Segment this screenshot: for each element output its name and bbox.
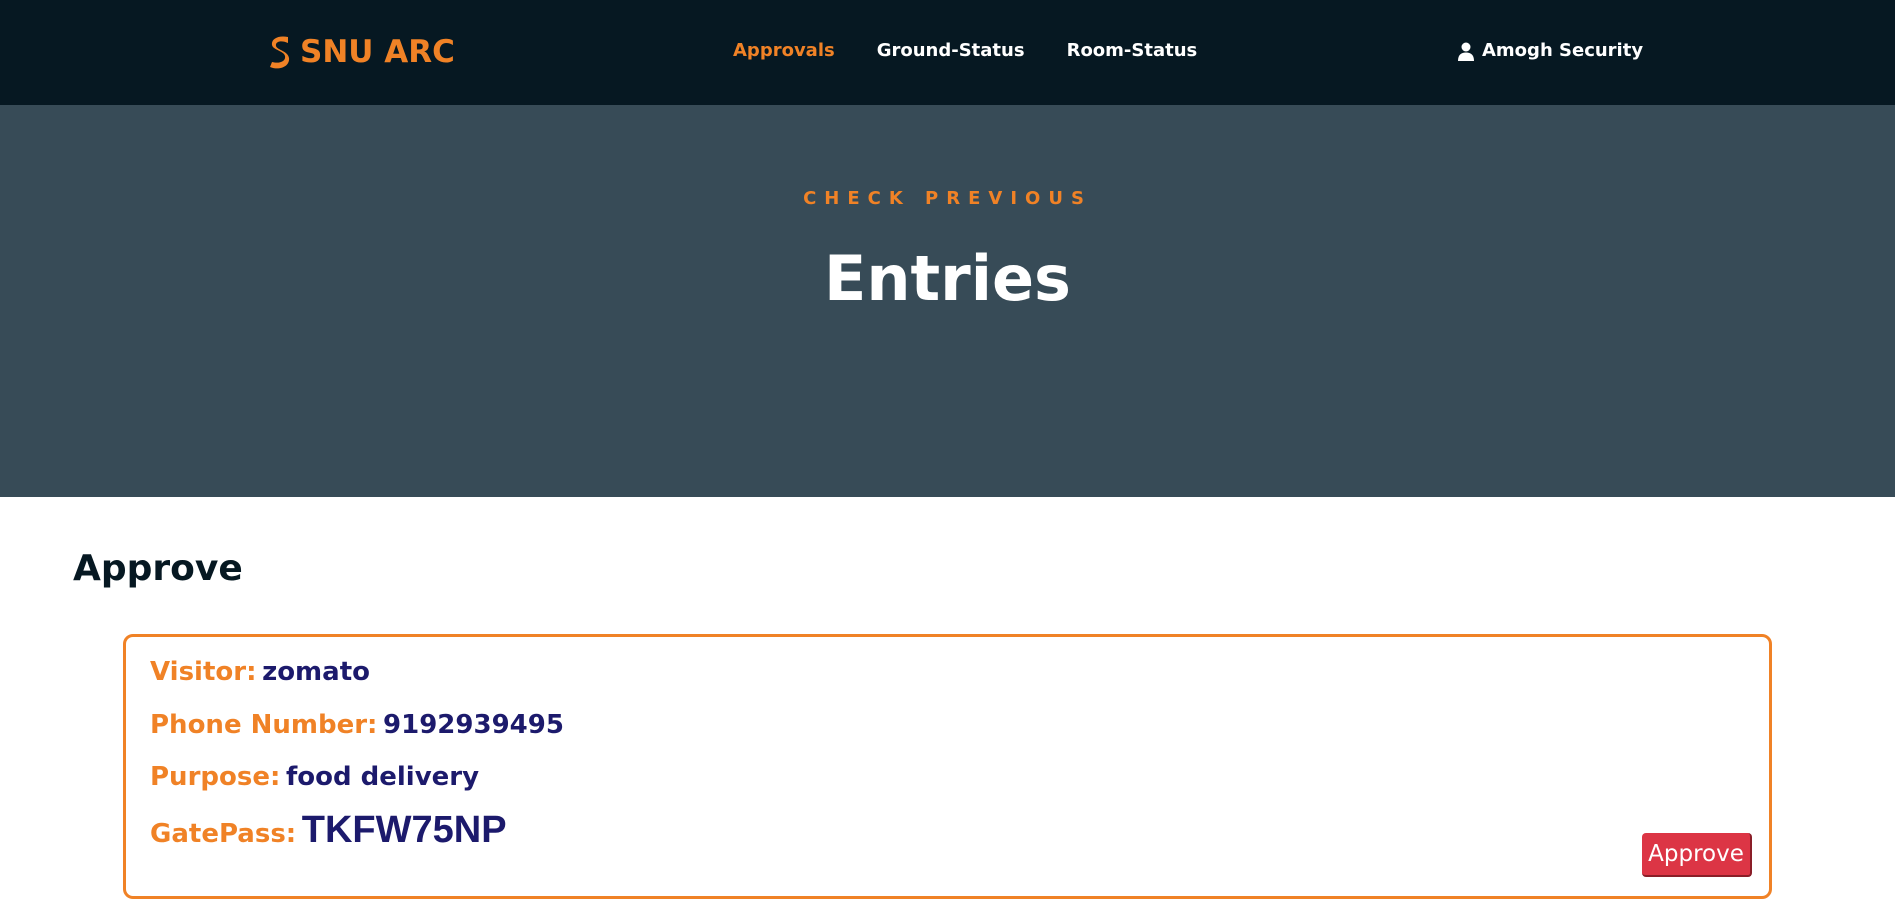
entry-card: Visitor: zomato Phone Number: 9192939495… bbox=[123, 634, 1772, 899]
nav-link-approvals[interactable]: Approvals bbox=[733, 39, 835, 63]
user-name: Amogh Security bbox=[1482, 40, 1644, 61]
visitor-value: zomato bbox=[262, 657, 370, 687]
brand-name: SNU ARC bbox=[300, 34, 455, 70]
approve-button[interactable]: Approve bbox=[1642, 833, 1752, 877]
gatepass-value: TKFW75NP bbox=[301, 809, 507, 851]
section-heading: Approve bbox=[73, 548, 243, 589]
purpose-row: Purpose: food delivery bbox=[150, 762, 479, 792]
purpose-label: Purpose: bbox=[150, 762, 281, 792]
user-menu[interactable]: Amogh Security bbox=[1458, 39, 1643, 63]
nav-link-room-status[interactable]: Room-Status bbox=[1067, 39, 1198, 63]
visitor-label: Visitor: bbox=[150, 657, 257, 687]
hero-kicker: CHECK PREVIOUS bbox=[803, 188, 1092, 209]
hero-banner: CHECK PREVIOUS Entries bbox=[0, 105, 1895, 497]
gatepass-row: GatePass: TKFW75NP bbox=[150, 809, 507, 852]
nav-link-ground-status[interactable]: Ground-Status bbox=[877, 39, 1025, 63]
hero-title: Entries bbox=[824, 242, 1071, 315]
phone-value: 9192939495 bbox=[383, 710, 564, 740]
snu-s-logo-icon bbox=[270, 36, 290, 69]
phone-label: Phone Number: bbox=[150, 710, 378, 740]
user-icon bbox=[1458, 42, 1474, 61]
purpose-value: food delivery bbox=[285, 762, 480, 792]
top-navbar: SNU ARC Approvals Ground-Status Room-Sta… bbox=[0, 0, 1895, 105]
main-nav: Approvals Ground-Status Room-Status bbox=[733, 39, 1197, 63]
phone-row: Phone Number: 9192939495 bbox=[150, 710, 564, 740]
visitor-row: Visitor: zomato bbox=[150, 657, 370, 687]
brand-logo[interactable]: SNU ARC bbox=[268, 33, 455, 71]
gatepass-label: GatePass: bbox=[150, 819, 297, 849]
